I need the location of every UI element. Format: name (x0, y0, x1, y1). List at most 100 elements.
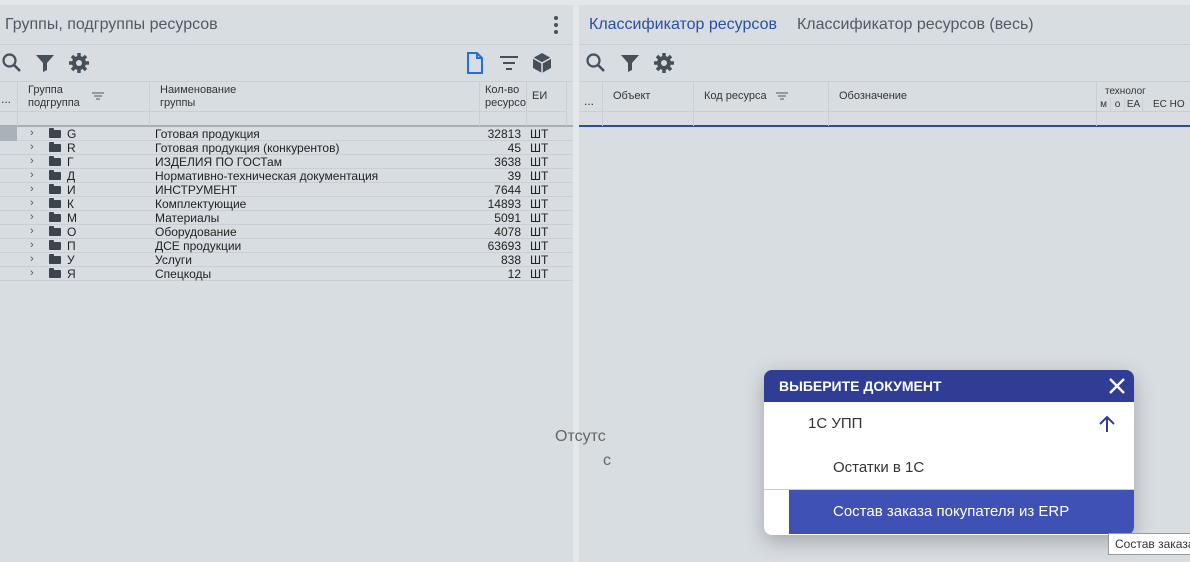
selected-highlight[interactable]: Состав заказа покупателя из ERP (789, 490, 1134, 534)
group-code-cell: М (67, 211, 77, 225)
dialog-title: ВЫБЕРИТЕ ДОКУМЕНТ (779, 378, 942, 394)
groups-toolbar (0, 45, 573, 81)
unit-cell: ШТ (530, 211, 549, 225)
table-row[interactable]: › П ДСЕ продукции 63693 ШТ (0, 239, 573, 253)
object-column-header[interactable]: Объект (603, 82, 694, 126)
count-cell: 12 (507, 267, 521, 281)
chevron-right-icon[interactable]: › (30, 141, 34, 153)
group-column-header[interactable]: Группа подгруппа (18, 82, 150, 126)
group-label: 1С УПП (808, 415, 863, 432)
group-name-cell: ДСЕ продукции (155, 239, 242, 253)
group-1c-upp[interactable]: 1С УПП (764, 402, 1134, 446)
unit-cell: ШТ (530, 267, 549, 281)
sort-lines-icon[interactable] (497, 51, 521, 75)
table-row[interactable]: › Я Спецкоды 12 ШТ (0, 267, 573, 281)
unit-cell: ШТ (530, 127, 549, 141)
group-code-cell: Д (67, 169, 76, 183)
group-code-cell: Г (67, 155, 74, 169)
close-icon[interactable] (1108, 377, 1126, 395)
chevron-right-icon[interactable]: › (30, 267, 34, 279)
row-selection-marker (0, 127, 17, 141)
o-column-header[interactable]: о (1111, 98, 1125, 112)
m-column-header[interactable]: м (1097, 98, 1111, 112)
item-erp-order[interactable]: Состав заказа покупателя из ERP (764, 490, 1134, 534)
groups-table-body: › G Готовая продукция 32813 ШТ › R Готовая прод… (0, 127, 573, 281)
dialog-header: ВЫБЕРИТЕ ДОКУМЕНТ (764, 370, 1134, 402)
gear-icon[interactable] (67, 51, 91, 75)
count-cell: 838 (500, 253, 521, 267)
filter-icon[interactable] (33, 51, 57, 75)
folder-icon (49, 170, 61, 180)
unit-cell: ШТ (530, 155, 549, 169)
table-row[interactable]: › У Услуги 838 ШТ (0, 253, 573, 267)
table-row[interactable]: › М Материалы 5091 ШТ (0, 211, 573, 225)
count-cell: 39 (507, 169, 521, 183)
unit-cell: ШТ (530, 183, 549, 197)
row-menu-header[interactable]: ... (579, 82, 603, 126)
chevron-right-icon[interactable]: › (30, 169, 34, 181)
groups-panel-title: Группы, подгруппы ресурсов (5, 15, 218, 33)
chevron-right-icon[interactable]: › (30, 239, 34, 251)
chevron-right-icon[interactable]: › (30, 197, 34, 209)
table-row[interactable]: › R Готовая продукция (конкурентов) 45 ШТ (0, 141, 573, 155)
code-column-header[interactable]: Код ресурса (694, 82, 829, 126)
name-column-header[interactable]: Наименование группы (150, 82, 480, 126)
group-name-cell: ИНСТРУМЕНТ (155, 183, 238, 197)
designation-column-header[interactable]: Обозначение (829, 82, 1097, 126)
table-row[interactable]: › И ИНСТРУМЕНТ 7644 ШТ (0, 183, 573, 197)
folder-icon (49, 212, 61, 222)
search-icon[interactable] (584, 51, 608, 75)
group-code-cell: Я (67, 267, 76, 281)
arrow-up-icon[interactable] (1098, 415, 1116, 433)
group-code-cell: G (67, 127, 77, 141)
sort-icon[interactable] (776, 91, 788, 101)
groups-panel-header: Группы, подгруппы ресурсов (0, 5, 573, 45)
ea-column-header[interactable]: ЕА (1125, 98, 1143, 112)
chevron-right-icon[interactable]: › (30, 127, 34, 139)
chevron-right-icon[interactable]: › (30, 211, 34, 223)
count-cell: 4078 (494, 225, 521, 239)
table-row[interactable]: › G Готовая продукция 32813 ШТ (0, 127, 573, 141)
group-name-cell: Комплектующие (155, 197, 247, 211)
more-options-icon[interactable] (553, 16, 559, 34)
tab-classifier[interactable]: Классификатор ресурсов (579, 16, 787, 34)
group-name-cell: Нормативно-техническая документация (155, 169, 379, 183)
groups-panel: Группы, подгруппы ресурсов ... Группа по… (0, 5, 573, 562)
chevron-right-icon[interactable]: › (30, 253, 34, 265)
classifier-table-header: ... Объект Код ресурса Обозначение техно… (579, 81, 1190, 127)
ec-column-header[interactable]: ЕС НО (1143, 98, 1190, 112)
filter-icon[interactable] (618, 51, 642, 75)
table-row[interactable]: › Г ИЗДЕЛИЯ ПО ГОСТам 3638 ШТ (0, 155, 573, 169)
folder-icon (49, 198, 61, 208)
search-icon[interactable] (0, 51, 24, 75)
chevron-right-icon[interactable]: › (30, 225, 34, 237)
gear-icon[interactable] (652, 51, 676, 75)
count-cell: 63693 (487, 239, 521, 253)
unit-cell: ШТ (530, 225, 549, 239)
table-row[interactable]: › Д Нормативно-техническая документация 39 Ш… (0, 169, 573, 183)
sort-icon[interactable] (92, 91, 104, 101)
select-document-dialog: ВЫБЕРИТЕ ДОКУМЕНТ 1С УПП Остатки в 1С Со… (764, 370, 1134, 535)
group-name-cell: Услуги (155, 253, 192, 267)
table-row[interactable]: › К Комплектующие 14893 ШТ (0, 197, 573, 211)
group-name-cell: Материалы (155, 211, 220, 225)
chevron-right-icon[interactable]: › (30, 155, 34, 167)
group-code-cell: О (67, 225, 77, 239)
document-icon[interactable] (463, 51, 487, 75)
tab-classifier-all[interactable]: Классификатор ресурсов (весь) (787, 16, 1044, 34)
folder-icon (49, 226, 61, 236)
folder-icon (49, 268, 61, 278)
group-code-cell: У (67, 253, 75, 267)
tech-column-group: технолог м о ЕА ЕС НО (1097, 82, 1190, 126)
cube-icon[interactable] (530, 51, 554, 75)
table-row[interactable]: › О Оборудование 4078 ШТ (0, 225, 573, 239)
folder-icon (49, 128, 61, 138)
group-name-cell: ИЗДЕЛИЯ ПО ГОСТам (155, 155, 282, 169)
row-menu-header[interactable]: ... (0, 82, 18, 126)
unit-column-header[interactable]: ЕИ (527, 82, 567, 126)
chevron-right-icon[interactable]: › (30, 183, 34, 195)
count-column-header[interactable]: Кол-во ресурсов (480, 82, 527, 126)
folder-icon (49, 142, 61, 152)
unit-cell: ШТ (530, 239, 549, 253)
item-remains-1c[interactable]: Остатки в 1С (764, 446, 1134, 490)
